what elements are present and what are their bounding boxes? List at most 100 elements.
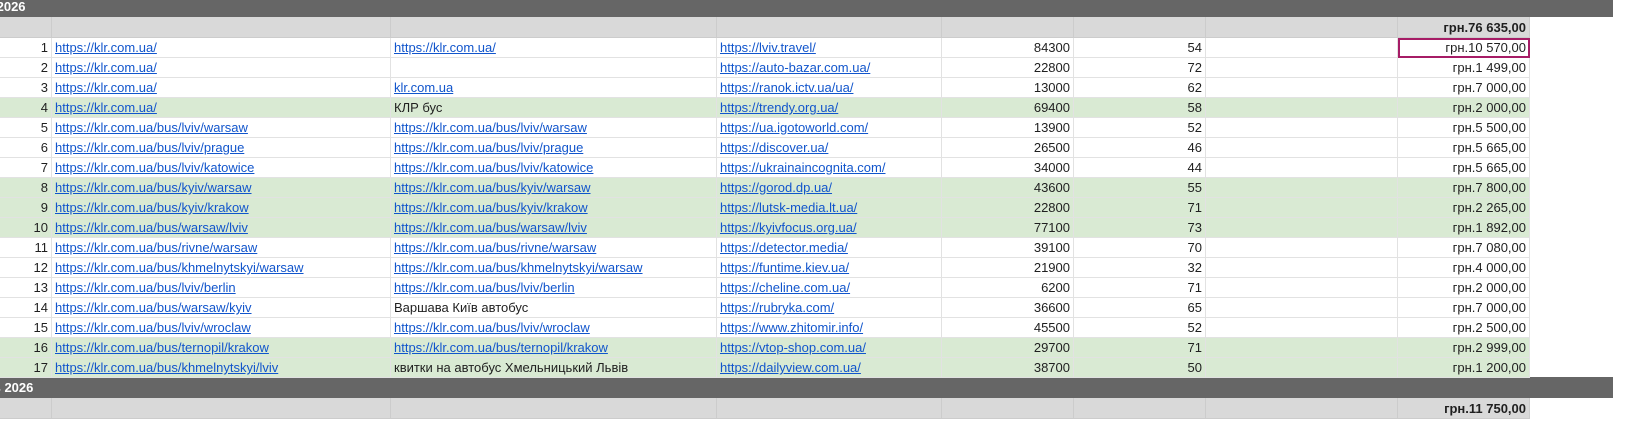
donor-link[interactable]: https://gorod.dp.ua/: [720, 180, 832, 195]
row-number-cell[interactable]: 7: [0, 157, 52, 178]
dr-cell[interactable]: 34000: [941, 157, 1074, 178]
anchor-link[interactable]: https://klr.com.ua/bus/khmelnytskyi/wars…: [394, 260, 643, 275]
price-cell[interactable]: грн.5 665,00: [1397, 157, 1530, 178]
row-number-cell[interactable]: 9: [0, 197, 52, 218]
donor-link[interactable]: https://kyivfocus.org.ua/: [720, 220, 857, 235]
anchor-link[interactable]: https://klr.com.ua/bus/lviv/wroclaw: [394, 320, 590, 335]
url-cell[interactable]: https://klr.com.ua/bus/ternopil/krakow: [51, 337, 391, 358]
donor-cell[interactable]: https://lviv.travel/: [716, 37, 942, 58]
anchor-link[interactable]: https://klr.com.ua/bus/rivne/warsaw: [394, 240, 596, 255]
empty-cell[interactable]: [1205, 297, 1398, 318]
empty-cell[interactable]: [1529, 177, 1613, 198]
cell[interactable]: [941, 16, 1074, 38]
price-cell[interactable]: грн.1 499,00: [1397, 57, 1530, 78]
url-link[interactable]: https://klr.com.ua/bus/warsaw/kyiv: [55, 300, 252, 315]
empty-cell[interactable]: [1529, 257, 1613, 278]
cell[interactable]: [1529, 16, 1613, 38]
donor-link[interactable]: https://vtop-shop.com.ua/: [720, 340, 866, 355]
url-cell[interactable]: https://klr.com.ua/bus/lviv/berlin: [51, 277, 391, 298]
url-cell[interactable]: https://klr.com.ua/bus/kyiv/krakow: [51, 197, 391, 218]
row-number-cell[interactable]: 16: [0, 337, 52, 358]
price-cell[interactable]: грн.7 080,00: [1397, 237, 1530, 258]
cell[interactable]: [1529, 0, 1613, 17]
row-number-cell[interactable]: 12: [0, 257, 52, 278]
donor-cell[interactable]: https://gorod.dp.ua/: [716, 177, 942, 198]
cell[interactable]: [1205, 0, 1398, 17]
price-cell[interactable]: грн.5 665,00: [1397, 137, 1530, 158]
empty-cell[interactable]: [1529, 97, 1613, 118]
donor-cell[interactable]: https://ranok.ictv.ua/ua/: [716, 77, 942, 98]
donor-link[interactable]: https://auto-bazar.com.ua/: [720, 60, 870, 75]
anchor-cell[interactable]: https://klr.com.ua/bus/kyiv/warsaw: [390, 177, 717, 198]
anchor-cell[interactable]: КЛР бус: [390, 97, 717, 118]
donor-cell[interactable]: https://dailyview.com.ua/: [716, 357, 942, 378]
cell[interactable]: [390, 397, 717, 419]
anchor-link[interactable]: https://klr.com.ua/bus/lviv/prague: [394, 140, 583, 155]
row-number-cell[interactable]: 13: [0, 277, 52, 298]
cell[interactable]: [0, 397, 52, 419]
dr-cell[interactable]: 13000: [941, 77, 1074, 98]
price-cell[interactable]: грн.2 500,00: [1397, 317, 1530, 338]
url-link[interactable]: https://klr.com.ua/bus/ternopil/krakow: [55, 340, 269, 355]
dr-cell[interactable]: 6200: [941, 277, 1074, 298]
url-cell[interactable]: https://klr.com.ua/: [51, 37, 391, 58]
anchor-cell[interactable]: https://klr.com.ua/bus/lviv/prague: [390, 137, 717, 158]
url-link[interactable]: https://klr.com.ua/bus/lviv/katowice: [55, 160, 254, 175]
anchor-cell[interactable]: Варшава Київ автобус: [390, 297, 717, 318]
row-number-cell[interactable]: 11: [0, 237, 52, 258]
empty-cell[interactable]: [1205, 157, 1398, 178]
metric-cell[interactable]: 72: [1073, 57, 1206, 78]
empty-cell[interactable]: [1205, 237, 1398, 258]
donor-link[interactable]: https://ua.igotoworld.com/: [720, 120, 868, 135]
donor-link[interactable]: https://cheline.com.ua/: [720, 280, 850, 295]
donor-link[interactable]: https://www.zhitomir.info/: [720, 320, 863, 335]
donor-link[interactable]: https://lviv.travel/: [720, 40, 816, 55]
url-cell[interactable]: https://klr.com.ua/bus/khmelnytskyi/lviv: [51, 357, 391, 378]
row-number-cell[interactable]: 5: [0, 117, 52, 138]
row-number-cell[interactable]: 1: [0, 37, 52, 58]
url-cell[interactable]: https://klr.com.ua/bus/lviv/warsaw: [51, 117, 391, 138]
price-cell[interactable]: грн.1 200,00: [1397, 357, 1530, 378]
metric-cell[interactable]: 54: [1073, 37, 1206, 58]
empty-cell[interactable]: [1529, 237, 1613, 258]
cell[interactable]: [1073, 377, 1206, 398]
cell[interactable]: [1205, 397, 1398, 419]
cell[interactable]: [716, 377, 942, 398]
empty-cell[interactable]: [1205, 277, 1398, 298]
metric-cell[interactable]: 65: [1073, 297, 1206, 318]
donor-cell[interactable]: https://cheline.com.ua/: [716, 277, 942, 298]
metric-cell[interactable]: 44: [1073, 157, 1206, 178]
url-link[interactable]: https://klr.com.ua/bus/lviv/berlin: [55, 280, 236, 295]
metric-cell[interactable]: 71: [1073, 337, 1206, 358]
donor-link[interactable]: https://discover.ua/: [720, 140, 828, 155]
dr-cell[interactable]: 22800: [941, 57, 1074, 78]
empty-cell[interactable]: [1205, 357, 1398, 378]
metric-cell[interactable]: 52: [1073, 317, 1206, 338]
url-cell[interactable]: https://klr.com.ua/: [51, 97, 391, 118]
empty-cell[interactable]: [1529, 117, 1613, 138]
url-link[interactable]: https://klr.com.ua/bus/rivne/warsaw: [55, 240, 257, 255]
month-total-cell[interactable]: грн.76 635,00: [1397, 16, 1530, 38]
url-link[interactable]: https://klr.com.ua/bus/lviv/warsaw: [55, 120, 248, 135]
empty-cell[interactable]: [1205, 117, 1398, 138]
dr-cell[interactable]: 84300: [941, 37, 1074, 58]
anchor-cell[interactable]: https://klr.com.ua/bus/ternopil/krakow: [390, 337, 717, 358]
empty-cell[interactable]: [1529, 197, 1613, 218]
donor-cell[interactable]: https://rubryka.com/: [716, 297, 942, 318]
empty-cell[interactable]: [1205, 177, 1398, 198]
empty-cell[interactable]: [1529, 317, 1613, 338]
price-cell[interactable]: грн.5 500,00: [1397, 117, 1530, 138]
month-header-cell[interactable]: ь 2026: [0, 0, 52, 17]
anchor-link[interactable]: https://klr.com.ua/bus/lviv/warsaw: [394, 120, 587, 135]
month-total-cell[interactable]: грн.11 750,00: [1397, 397, 1530, 419]
row-number-cell[interactable]: 14: [0, 297, 52, 318]
metric-cell[interactable]: 62: [1073, 77, 1206, 98]
url-link[interactable]: https://klr.com.ua/bus/lviv/wroclaw: [55, 320, 251, 335]
anchor-cell[interactable]: klr.com.ua: [390, 77, 717, 98]
url-cell[interactable]: https://klr.com.ua/bus/lviv/wroclaw: [51, 317, 391, 338]
anchor-cell[interactable]: https://klr.com.ua/bus/rivne/warsaw: [390, 237, 717, 258]
price-cell[interactable]: грн.2 000,00: [1397, 277, 1530, 298]
price-cell[interactable]: грн.10 570,00: [1397, 37, 1530, 58]
metric-cell[interactable]: 71: [1073, 277, 1206, 298]
anchor-link[interactable]: https://klr.com.ua/bus/ternopil/krakow: [394, 340, 608, 355]
